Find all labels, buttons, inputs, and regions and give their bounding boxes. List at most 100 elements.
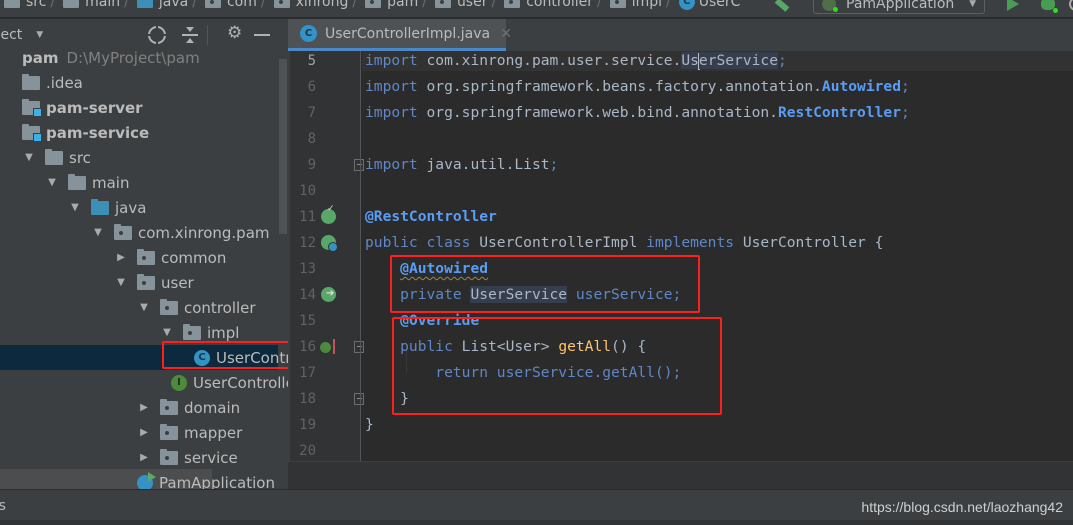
spring-boot-icon — [822, 0, 838, 12]
breadcrumb-item[interactable]: / java — [120, 0, 188, 10]
code-line[interactable]: import org.springframework.web.bind.anno… — [365, 100, 910, 126]
gutter-divider — [360, 51, 361, 461]
tree-item-label: PamApplication — [159, 473, 275, 490]
run-configuration-select[interactable]: PamApplication ▼ — [813, 0, 985, 14]
breadcrumb-item[interactable]: / impl — [593, 0, 662, 10]
module-folder-icon — [22, 98, 42, 117]
breadcrumb-label: controller — [526, 0, 593, 10]
code-editor[interactable]: 5 6 7 8 9 10 11 12 13 14 15 16 17 18 19 20 import com.x… — [288, 51, 1073, 461]
code-token: com.xinrong.pam.user.service. — [426, 52, 682, 69]
tree-item-label: java — [115, 198, 147, 217]
folder-icon — [68, 173, 86, 190]
project-panel-header: oject ▼ ⚙ — [0, 19, 288, 51]
tree-item-label: impl — [207, 323, 240, 342]
tree-item-label: user — [161, 273, 194, 292]
code-line[interactable]: public class UserControllerImpl implemen… — [365, 230, 883, 256]
package-icon — [137, 273, 155, 290]
tree-item-common[interactable]: ▶ common — [0, 245, 278, 270]
breadcrumb-item[interactable]: / pam — [348, 0, 418, 10]
collapse-arrow-icon[interactable]: ▼ — [69, 202, 81, 213]
tree-item-label: controller — [184, 298, 256, 317]
tree-item-label: main — [92, 173, 130, 192]
editor-horizontal-scrollbar[interactable] — [288, 461, 1073, 489]
breadcrumb-separator: / — [491, 0, 497, 10]
expand-arrow-icon[interactable]: ▶ — [138, 427, 150, 438]
tree-item-pam[interactable]: pam D:\MyProject\pam — [0, 51, 278, 70]
breadcrumb-item[interactable]: / controller — [487, 0, 593, 10]
tab-usercontrollerimpl[interactable]: C UserControllerImpl.java ✕ — [288, 19, 512, 51]
run-button[interactable] — [1007, 0, 1019, 11]
code-token: ; — [777, 52, 787, 69]
close-icon[interactable]: ✕ — [500, 26, 512, 42]
package-icon — [504, 0, 521, 8]
tree-item-pamapplication[interactable]: PamApplication — [0, 470, 278, 489]
line-number: 5 — [307, 53, 316, 69]
tree-item-com-xinrong-pam[interactable]: ▼ com.xinrong.pam — [0, 220, 278, 245]
breadcrumb-item[interactable]: / xinrong — [257, 0, 348, 10]
fold-marker-icon[interactable] — [354, 159, 364, 171]
breadcrumb-item[interactable]: / main — [46, 0, 120, 10]
collapse-arrow-icon[interactable]: ▼ — [138, 302, 150, 313]
expand-arrow-icon[interactable]: ▶ — [115, 252, 127, 263]
expand-arrow-icon[interactable]: ▶ — [138, 402, 150, 413]
code-line[interactable]: @RestController — [365, 204, 497, 230]
expand-arrow-icon[interactable]: ▶ — [138, 452, 150, 463]
breadcrumb-item[interactable]: / com — [188, 0, 257, 10]
code-token: erService — [698, 52, 778, 69]
minimize-icon[interactable] — [254, 34, 270, 36]
tree-item-label: com.xinrong.pam — [138, 223, 270, 242]
tool-window-label[interactable]: es — [0, 498, 6, 514]
scrollbar-thumb[interactable] — [279, 59, 287, 234]
autowired-navigate-icon[interactable] — [321, 287, 336, 302]
tree-item-idea[interactable]: .idea — [0, 70, 278, 95]
fold-marker-icon[interactable] — [354, 393, 364, 405]
line-number: 9 — [307, 157, 316, 173]
code-line[interactable]: import org.springframework.beans.factory… — [365, 74, 910, 100]
spring-controller-icon[interactable] — [321, 204, 336, 224]
build-hammer-icon[interactable] — [774, 0, 790, 12]
tree-item-mapper[interactable]: ▶ mapper — [0, 420, 278, 445]
tree-scrollbar[interactable] — [278, 51, 288, 489]
editor-tabs: C UserControllerImpl.java ✕ — [288, 19, 1073, 51]
collapse-all-icon[interactable] — [182, 27, 198, 43]
package-icon — [160, 448, 178, 465]
collapse-arrow-icon[interactable]: ▼ — [161, 327, 173, 338]
collapse-arrow-icon[interactable]: ▼ — [23, 152, 35, 163]
tree-item-domain[interactable]: ▶ domain — [0, 395, 278, 420]
tree-item-main[interactable]: ▼ main — [0, 170, 278, 195]
tree-item-pam-service[interactable]: pam-service — [0, 120, 278, 145]
collapse-arrow-icon[interactable]: ▼ — [46, 177, 58, 188]
tree-item-java[interactable]: ▼ java — [0, 195, 278, 220]
fold-marker-icon[interactable] — [354, 341, 364, 353]
folder-icon — [63, 0, 80, 8]
gear-icon[interactable]: ⚙ — [227, 25, 242, 42]
chevron-down-icon[interactable]: ▼ — [36, 30, 43, 40]
code-line[interactable]: import com.xinrong.pam.user.service.User… — [365, 51, 787, 74]
breadcrumb-item[interactable]: / user — [418, 0, 487, 10]
more-icon[interactable] — [1069, 0, 1073, 11]
tree-item-service[interactable]: ▶ service — [0, 445, 278, 470]
code-line[interactable]: } — [365, 412, 374, 438]
tree-item-src[interactable]: ▼ src — [0, 145, 278, 170]
breadcrumb-separator: / — [352, 0, 358, 10]
package-icon — [183, 323, 201, 340]
tree-item-controller[interactable]: ▼ controller — [0, 295, 278, 320]
project-view-selector[interactable]: oject — [0, 27, 22, 43]
package-icon — [160, 398, 178, 415]
code-line[interactable]: import java.util.List; — [365, 152, 558, 178]
implements-method-icon[interactable] — [320, 339, 335, 354]
collapse-arrow-icon[interactable]: ▼ — [115, 277, 127, 288]
breadcrumb-item[interactable]: / C UserC — [662, 0, 740, 10]
debug-button[interactable] — [1041, 0, 1058, 13]
tree-item-pam-server[interactable]: pam-server — [0, 95, 278, 120]
package-icon — [609, 0, 626, 8]
spring-bean-icon[interactable] — [321, 235, 338, 252]
breadcrumb-separator: / — [422, 0, 427, 10]
locate-file-icon[interactable] — [148, 26, 166, 44]
tree-item-usercontroller[interactable]: I UserController — [0, 370, 288, 395]
breadcrumb-label: pam — [387, 0, 419, 10]
folder-icon — [45, 148, 63, 165]
tree-item-user[interactable]: ▼ user — [0, 270, 278, 295]
breadcrumb-item[interactable]: src — [0, 0, 46, 10]
collapse-arrow-icon[interactable]: ▼ — [92, 227, 104, 238]
